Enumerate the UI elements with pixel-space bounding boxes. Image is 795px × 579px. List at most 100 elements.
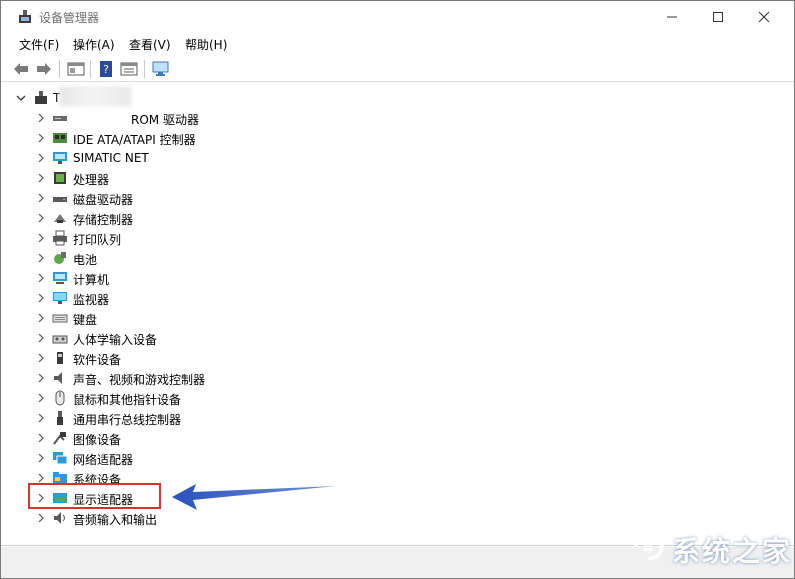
scan-monitor-icon — [152, 61, 169, 76]
chevron-right-icon[interactable] — [35, 131, 47, 145]
software-device-icon — [52, 350, 68, 366]
tree-item-battery[interactable]: 电池 — [1, 248, 794, 268]
tree-item-dvd-drive[interactable]: ROM 驱动器 — [1, 108, 794, 128]
chevron-right-icon[interactable] — [35, 231, 47, 245]
console-tree-icon — [67, 62, 85, 76]
chevron-right-icon[interactable] — [35, 211, 47, 225]
menu-view[interactable]: 查看(V) — [129, 36, 171, 53]
disk-drive-icon — [52, 190, 68, 206]
sound-icon — [52, 370, 68, 386]
battery-icon — [52, 250, 68, 266]
tree-item-mouse[interactable]: 鼠标和其他指针设备 — [1, 388, 794, 408]
tree-item-label: IDE ATA/ATAPI 控制器 — [73, 133, 196, 147]
chevron-right-icon[interactable] — [35, 331, 47, 345]
help-button[interactable]: ? — [96, 59, 116, 79]
tree-item-label: 音频输入和输出 — [73, 513, 158, 527]
keyboard-icon — [52, 310, 68, 326]
tree-item-usb[interactable]: 通用串行总线控制器 — [1, 408, 794, 428]
properties-button[interactable] — [119, 59, 139, 79]
chevron-right-icon[interactable] — [35, 291, 47, 305]
tree-item-label: 人体学输入设备 — [73, 333, 158, 347]
back-arrow-icon — [14, 63, 28, 75]
show-hide-console-tree-button[interactable] — [66, 59, 86, 79]
tree-item-label: 鼠标和其他指针设备 — [73, 393, 182, 407]
hid-icon — [52, 330, 68, 346]
tree-item-printer[interactable]: 打印队列 — [1, 228, 794, 248]
forward-button[interactable] — [34, 59, 54, 79]
tree-item-network-monitor[interactable]: SIMATIC NET — [1, 148, 794, 168]
title-bar[interactable]: 设备管理器 — [1, 1, 794, 33]
svg-text:?: ? — [103, 63, 109, 76]
close-icon — [758, 11, 770, 23]
chevron-right-icon[interactable] — [35, 271, 47, 285]
tree-item-camera[interactable]: 图像设备 — [1, 428, 794, 448]
menu-file[interactable]: 文件(F) — [19, 36, 59, 53]
computer-root-icon — [33, 90, 49, 106]
computer-icon — [52, 270, 68, 286]
tree-item-label: 打印队列 — [73, 233, 122, 247]
watermark: 系统之家 — [614, 516, 794, 578]
tree-item-processor[interactable]: 处理器 — [1, 168, 794, 188]
tree-item-label: 通用串行总线控制器 — [73, 413, 182, 427]
minimize-icon — [667, 16, 677, 18]
menu-help[interactable]: 帮助(H) — [185, 36, 227, 53]
watermark-text: 系统之家 — [672, 535, 793, 568]
forward-arrow-icon — [37, 63, 51, 75]
chevron-down-icon[interactable] — [15, 91, 27, 105]
chevron-right-icon[interactable] — [35, 311, 47, 325]
chevron-right-icon[interactable] — [35, 171, 47, 185]
chevron-right-icon[interactable] — [35, 371, 47, 385]
back-button[interactable] — [11, 59, 31, 79]
tree-item-software-device[interactable]: 软件设备 — [1, 348, 794, 368]
tree-item-label: ROM 驱动器 — [131, 113, 199, 127]
properties-icon — [120, 62, 138, 76]
close-button[interactable] — [741, 1, 787, 33]
chevron-right-icon[interactable] — [35, 351, 47, 365]
chevron-right-icon[interactable] — [35, 191, 47, 205]
dvd-drive-icon — [52, 110, 68, 126]
tree-item-label: 网络适配器 — [73, 453, 134, 467]
blurred-region — [59, 86, 131, 106]
tree-item-label: SIMATIC NET — [73, 151, 149, 165]
tree-item-network-adapter[interactable]: 网络适配器 — [1, 448, 794, 468]
tree-item-label: 监视器 — [73, 293, 110, 307]
tree-item-monitor[interactable]: 监视器 — [1, 288, 794, 308]
chevron-right-icon[interactable] — [35, 411, 47, 425]
device-tree: T ROM 驱动器 IDE ATA/ATAPI 控制器 SIMATIC NET 处理器… — [1, 83, 794, 546]
maximize-icon — [713, 12, 723, 22]
chevron-right-icon[interactable] — [35, 451, 47, 465]
chevron-right-icon[interactable] — [35, 391, 47, 405]
chevron-right-icon[interactable] — [35, 151, 47, 165]
maximize-button[interactable] — [695, 1, 741, 33]
toolbar-separator — [59, 60, 60, 78]
minimize-button[interactable] — [649, 1, 695, 33]
tree-item-computer[interactable]: 计算机 — [1, 268, 794, 288]
chevron-right-icon[interactable] — [35, 251, 47, 265]
printer-icon — [52, 230, 68, 246]
storage-controller-icon — [52, 210, 68, 226]
tree-item-disk-drive[interactable]: 磁盘驱动器 — [1, 188, 794, 208]
chevron-right-icon[interactable] — [35, 511, 47, 525]
scan-hardware-button[interactable] — [151, 59, 171, 79]
tree-item-storage-controller[interactable]: 存储控制器 — [1, 208, 794, 228]
tree-item-label: 电池 — [73, 253, 98, 267]
tree-item-hid[interactable]: 人体学输入设备 — [1, 328, 794, 348]
tree-item-label: 处理器 — [73, 173, 110, 187]
tree-item-ide-controller[interactable]: IDE ATA/ATAPI 控制器 — [1, 128, 794, 148]
toolbar-separator — [90, 60, 91, 78]
camera-icon — [52, 430, 68, 446]
device-manager-window: 设备管理器 文件(F) 操作(A) 查看(V) 帮助(H) ? T ROM 驱动… — [0, 0, 795, 579]
tree-item-label: 磁盘驱动器 — [73, 193, 134, 207]
mouse-icon — [52, 390, 68, 406]
tree-item-keyboard[interactable]: 键盘 — [1, 308, 794, 328]
chevron-right-icon[interactable] — [35, 111, 47, 125]
network-monitor-icon — [52, 150, 68, 166]
device-manager-icon — [17, 9, 33, 25]
usb-icon — [52, 410, 68, 426]
tree-item-sound[interactable]: 声音、视频和游戏控制器 — [1, 368, 794, 388]
help-book-icon: ? — [100, 61, 112, 77]
chevron-right-icon[interactable] — [35, 431, 47, 445]
menu-action[interactable]: 操作(A) — [73, 36, 115, 53]
monitor-icon — [52, 290, 68, 306]
tree-item-label: 键盘 — [73, 313, 98, 327]
